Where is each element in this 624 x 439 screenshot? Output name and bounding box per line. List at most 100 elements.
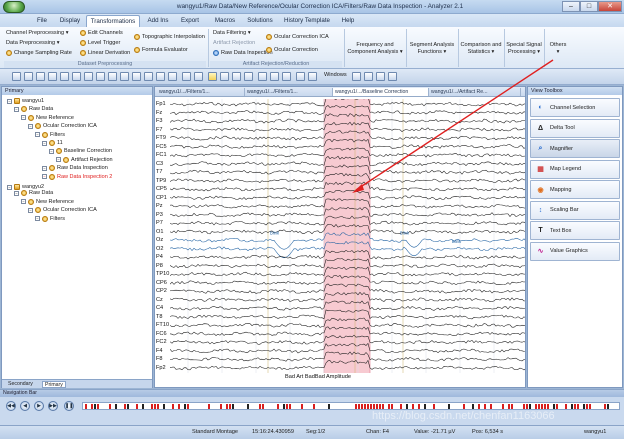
search-icon[interactable] [48, 72, 57, 81]
tree-item[interactable]: − New Reference [21, 198, 74, 205]
tool-button[interactable]: ⌕ Magnifier [530, 139, 620, 158]
first-icon[interactable]: ◀◀ [6, 401, 16, 411]
menu-display[interactable]: Display [56, 15, 84, 27]
settings-icon[interactable] [296, 72, 305, 81]
tree-item[interactable]: − Baseline Correction [49, 148, 112, 155]
signal-view[interactable]: wangyu1/.../Filters/1... wangyu1/.../Fil… [154, 86, 526, 388]
first-page-icon[interactable] [132, 72, 141, 81]
next-page-icon[interactable] [156, 72, 165, 81]
filter-icon[interactable] [282, 72, 291, 81]
document-tab-active[interactable]: wangyu1/.../Baseline Correction [333, 88, 429, 96]
ocular-correction-button[interactable]: Ocular Correction [266, 47, 318, 53]
channel-preprocessing-button[interactable]: Channel Preprocessing ▾ [6, 30, 69, 36]
tab-secondary[interactable]: Secondary [6, 381, 35, 388]
zoom-in-icon[interactable] [24, 72, 33, 81]
tree-item[interactable]: − Raw Data [14, 190, 53, 197]
menu-macros[interactable]: Macros [210, 15, 240, 27]
linear-derivation-button[interactable]: Linear Derivation [80, 50, 130, 56]
cascade-icon[interactable] [376, 72, 385, 81]
channel-up-icon[interactable] [60, 72, 69, 81]
tree-item[interactable]: − Ocular Correction ICA [28, 123, 97, 130]
tree-item[interactable]: − wangyu1 [7, 98, 44, 104]
previous-page-icon[interactable] [144, 72, 153, 81]
menu-transformations[interactable]: Transformations [86, 15, 140, 27]
bookmark-icon[interactable] [308, 72, 317, 81]
expand-toggle-icon[interactable]: − [35, 216, 40, 222]
document-tab[interactable]: wangyu1/.../Artifact Re... [429, 88, 521, 96]
tree-item[interactable]: − Ocular Correction ICA [28, 207, 97, 214]
marker-icon[interactable] [208, 72, 217, 81]
document-tab[interactable]: wangyu1/.../Filters/1... [157, 88, 245, 96]
expand-toggle-icon[interactable]: − [35, 132, 40, 138]
expand-toggle-icon[interactable]: − [7, 98, 12, 104]
tree-item[interactable]: − Raw Data Inspection [42, 165, 108, 172]
expand-toggle-icon[interactable]: − [28, 123, 33, 129]
tab-primary[interactable]: Primary [42, 381, 66, 388]
expand-toggle-icon[interactable]: − [14, 190, 19, 196]
tree-item[interactable]: − Filters [35, 215, 65, 222]
text-annotation-icon[interactable] [258, 72, 267, 81]
tree-item[interactable]: − Raw Data [14, 106, 53, 113]
expand-toggle-icon[interactable]: − [21, 199, 26, 205]
scale-down-icon[interactable] [96, 72, 105, 81]
tool-button[interactable]: ▦ Map Legend [530, 159, 620, 179]
tile-horizontal-icon[interactable] [352, 72, 361, 81]
tree-item[interactable]: − Artifact Rejection [56, 156, 113, 163]
mark-icon[interactable] [270, 72, 279, 81]
tool-button[interactable]: T Text Box [530, 221, 620, 240]
grid-view-icon[interactable] [12, 72, 21, 81]
expand-toggle-icon[interactable]: − [49, 148, 54, 154]
app-logo-icon[interactable] [3, 1, 25, 13]
zoom-out-icon[interactable] [36, 72, 45, 81]
time-expand-icon[interactable] [108, 72, 117, 81]
close-button[interactable]: ✕ [598, 1, 622, 12]
topographic-interpolation-button[interactable]: Topographic Interpolation [134, 34, 205, 40]
scale-up-icon[interactable] [84, 72, 93, 81]
pause-icon[interactable]: ❚❚ [64, 401, 74, 411]
tree-item[interactable]: − 11 [42, 140, 63, 146]
change-sampling-rate-button[interactable]: Change Sampling Rate [6, 50, 72, 56]
tool-button[interactable]: ◉ Mapping [530, 180, 620, 199]
menu-help[interactable]: Help [338, 15, 358, 27]
tree-item[interactable]: − wangyu2 [7, 184, 44, 190]
overlay-icon[interactable] [220, 72, 229, 81]
expand-toggle-icon[interactable]: − [42, 140, 47, 146]
tool-button[interactable]: Δ Delta Tool [530, 118, 620, 138]
raw-data-inspection-button[interactable]: Raw Data Inspection [213, 50, 273, 56]
tool-button[interactable]: ◐ Channel Selection [530, 98, 620, 117]
expand-toggle-icon[interactable]: − [42, 165, 47, 171]
tool-button[interactable]: ↕ Scaling Bar [530, 200, 620, 220]
expand-toggle-icon[interactable]: − [7, 184, 12, 190]
arrange-icon[interactable] [388, 72, 397, 81]
ocular-correction-ica-button[interactable]: Ocular Correction ICA [266, 34, 329, 40]
menu-history-template[interactable]: History Template [282, 15, 332, 27]
expand-toggle-icon[interactable]: − [28, 207, 33, 213]
tree-item[interactable]: − Filters [35, 131, 65, 138]
play-forward-icon[interactable]: ▶ [34, 401, 44, 411]
menu-solutions[interactable]: Solutions [244, 15, 276, 27]
others-button[interactable]: Others ▾ [546, 42, 570, 56]
tree-item[interactable]: − New Reference [21, 114, 74, 121]
last-icon[interactable]: ▶▶ [48, 401, 58, 411]
eeg-waveforms[interactable]: Blink Blink Blink [170, 99, 526, 373]
special-signal-processing-button[interactable]: Special Signal Processing ▾ [506, 42, 542, 56]
formula-evaluator-button[interactable]: Formula Evaluator [134, 47, 188, 53]
edit-channels-button[interactable]: Edit Channels [80, 30, 123, 36]
menu-export[interactable]: Export [176, 15, 204, 27]
expand-toggle-icon[interactable]: − [14, 106, 19, 112]
maximize-button[interactable]: □ [580, 1, 598, 12]
expand-toggle-icon[interactable]: − [42, 174, 47, 180]
expand-toggle-icon[interactable]: − [21, 115, 26, 121]
artifact-rejection-button[interactable]: Artifact Rejection [213, 40, 255, 46]
tool-button[interactable]: ∿ Value Graphics [530, 241, 620, 261]
level-trigger-button[interactable]: Level Trigger [80, 40, 120, 46]
frequency-component-analysis-button[interactable]: Frequency and Component Analysis ▾ [346, 42, 404, 56]
last-page-icon[interactable] [168, 72, 177, 81]
play-back-icon[interactable]: ◀ [20, 401, 30, 411]
comparison-statistics-button[interactable]: Comparison and Statistics ▾ [460, 42, 502, 56]
menu-file[interactable]: File [30, 15, 54, 27]
document-tab[interactable]: wangyu1/.../Filters/1... [245, 88, 333, 96]
navigation-track[interactable] [82, 402, 620, 410]
expand-toggle-icon[interactable]: − [56, 157, 61, 163]
data-preprocessing-button[interactable]: Data Preprocessing ▾ [6, 40, 60, 46]
